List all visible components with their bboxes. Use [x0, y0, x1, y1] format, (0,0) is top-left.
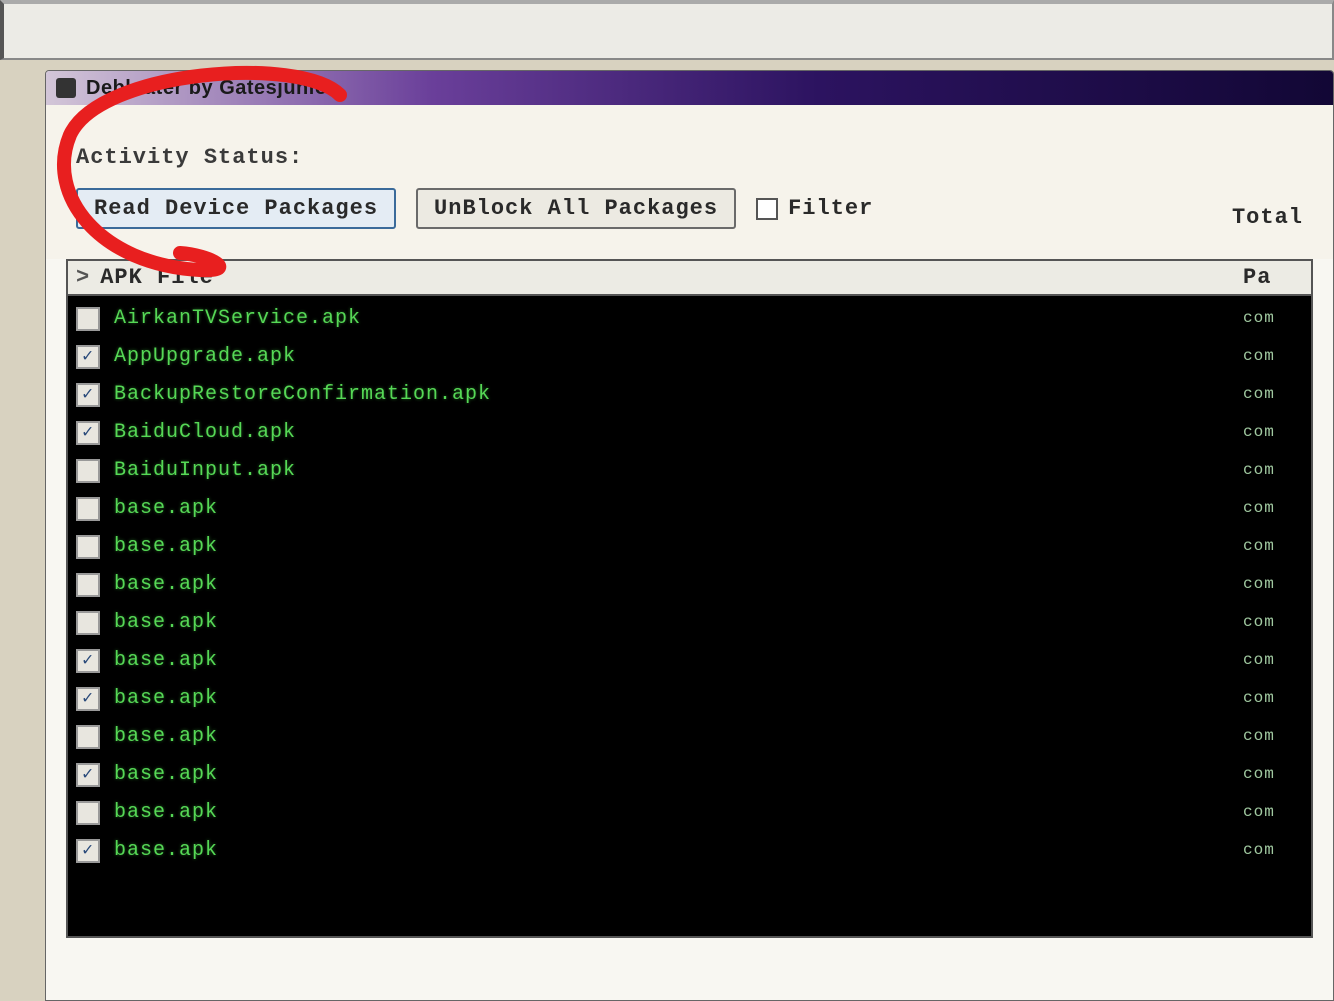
table-row[interactable]: BaiduInput.apkcom	[68, 452, 1311, 490]
app-icon	[56, 78, 76, 98]
row-checkbox[interactable]	[76, 459, 100, 483]
activity-status-label: Activity Status:	[76, 145, 1313, 170]
package-list: > APK File Pa AirkanTVService.apkcom✓App…	[66, 259, 1313, 938]
package-prefix: com	[1243, 686, 1303, 712]
package-prefix: com	[1243, 344, 1303, 370]
filter-checkbox-wrap[interactable]: Filter	[756, 196, 873, 221]
apk-filename: BaiduCloud.apk	[114, 417, 1243, 449]
row-checkbox[interactable]	[76, 573, 100, 597]
column-package[interactable]: Pa	[1243, 265, 1303, 290]
read-device-packages-button[interactable]: Read Device Packages	[76, 188, 396, 229]
total-label: Total	[1232, 205, 1303, 230]
apk-filename: AirkanTVService.apk	[114, 303, 1243, 335]
package-prefix: com	[1243, 496, 1303, 522]
package-prefix: com	[1243, 838, 1303, 864]
table-row[interactable]: base.apkcom	[68, 490, 1311, 528]
apk-filename: base.apk	[114, 797, 1243, 829]
package-prefix: com	[1243, 534, 1303, 560]
row-checkbox[interactable]: ✓	[76, 687, 100, 711]
row-checkbox[interactable]: ✓	[76, 763, 100, 787]
row-checkbox[interactable]	[76, 611, 100, 635]
table-row[interactable]: ✓ base.apkcom	[68, 756, 1311, 794]
list-header[interactable]: > APK File Pa	[68, 261, 1311, 296]
package-prefix: com	[1243, 572, 1303, 598]
table-row[interactable]: base.apkcom	[68, 794, 1311, 832]
app-window: Debloater by Gatesjunior Activity Status…	[45, 70, 1334, 1001]
package-prefix: com	[1243, 382, 1303, 408]
package-prefix: com	[1243, 648, 1303, 674]
table-row[interactable]: base.apkcom	[68, 528, 1311, 566]
package-prefix: com	[1243, 762, 1303, 788]
row-checkbox[interactable]	[76, 725, 100, 749]
row-checkbox[interactable]	[76, 535, 100, 559]
package-prefix: com	[1243, 306, 1303, 332]
row-checkbox[interactable]: ✓	[76, 839, 100, 863]
row-checkbox[interactable]: ✓	[76, 649, 100, 673]
table-row[interactable]: AirkanTVService.apkcom	[68, 300, 1311, 338]
row-checkbox[interactable]	[76, 497, 100, 521]
button-row: Read Device Packages UnBlock All Package…	[76, 188, 1313, 229]
row-checkbox[interactable]: ✓	[76, 383, 100, 407]
table-row[interactable]: ✓ base.apkcom	[68, 832, 1311, 870]
apk-filename: base.apk	[114, 493, 1243, 525]
table-row[interactable]: base.apkcom	[68, 718, 1311, 756]
apk-filename: base.apk	[114, 569, 1243, 601]
apk-filename: BackupRestoreConfirmation.apk	[114, 379, 1243, 411]
apk-filename: base.apk	[114, 645, 1243, 677]
column-apk-file[interactable]: APK File	[100, 265, 1243, 290]
filter-label: Filter	[788, 196, 873, 221]
row-checkbox[interactable]: ✓	[76, 421, 100, 445]
row-checkbox[interactable]	[76, 307, 100, 331]
sort-indicator-icon: >	[76, 265, 90, 290]
row-checkbox[interactable]	[76, 801, 100, 825]
package-prefix: com	[1243, 800, 1303, 826]
apk-filename: base.apk	[114, 721, 1243, 753]
apk-filename: AppUpgrade.apk	[114, 341, 1243, 373]
row-checkbox[interactable]: ✓	[76, 345, 100, 369]
apk-filename: base.apk	[114, 607, 1243, 639]
titlebar[interactable]: Debloater by Gatesjunior	[46, 71, 1333, 105]
table-row[interactable]: ✓ base.apkcom	[68, 642, 1311, 680]
package-prefix: com	[1243, 420, 1303, 446]
table-row[interactable]: ✓ base.apkcom	[68, 680, 1311, 718]
toolbar: Activity Status: Read Device Packages Un…	[46, 105, 1333, 259]
list-body[interactable]: AirkanTVService.apkcom✓AppUpgrade.apkcom…	[68, 296, 1311, 936]
filter-checkbox[interactable]	[756, 198, 778, 220]
table-row[interactable]: base.apkcom	[68, 604, 1311, 642]
package-prefix: com	[1243, 724, 1303, 750]
package-prefix: com	[1243, 458, 1303, 484]
apk-filename: base.apk	[114, 759, 1243, 791]
apk-filename: base.apk	[114, 683, 1243, 715]
table-row[interactable]: base.apkcom	[68, 566, 1311, 604]
parent-window-edge	[0, 0, 1334, 60]
table-row[interactable]: ✓ BackupRestoreConfirmation.apkcom	[68, 376, 1311, 414]
table-row[interactable]: ✓ AppUpgrade.apkcom	[68, 338, 1311, 376]
table-row[interactable]: ✓ BaiduCloud.apkcom	[68, 414, 1311, 452]
apk-filename: base.apk	[114, 835, 1243, 867]
apk-filename: BaiduInput.apk	[114, 455, 1243, 487]
unblock-all-packages-button[interactable]: UnBlock All Packages	[416, 188, 736, 229]
window-title: Debloater by Gatesjunior	[86, 77, 336, 100]
package-prefix: com	[1243, 610, 1303, 636]
apk-filename: base.apk	[114, 531, 1243, 563]
